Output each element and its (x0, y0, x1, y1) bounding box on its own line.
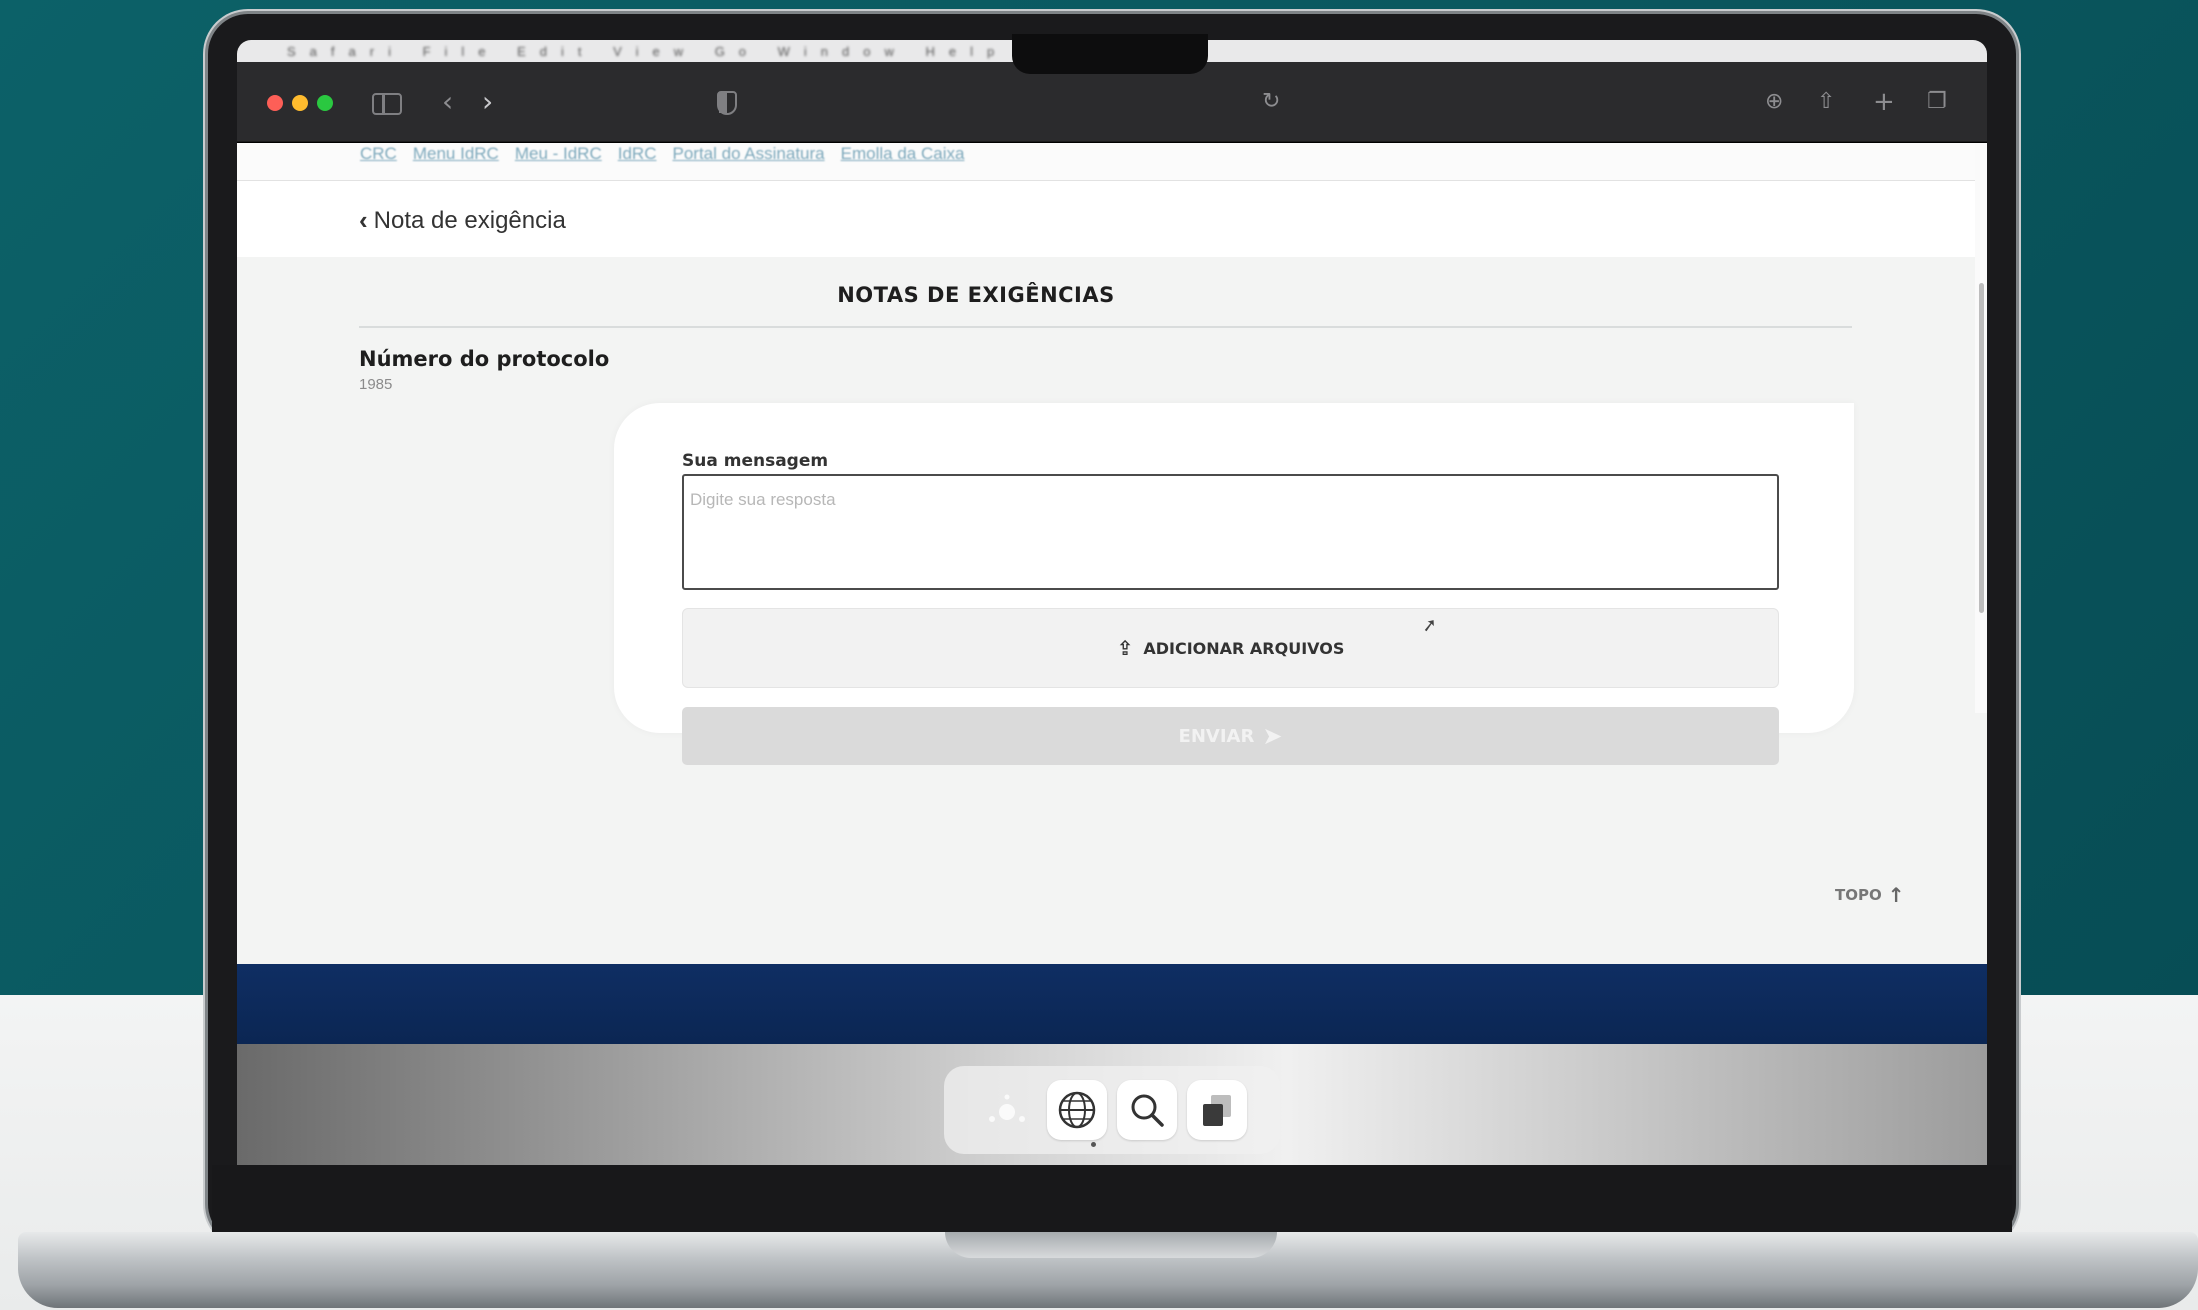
back-nav-icon[interactable]: ‹ (442, 87, 453, 117)
close-window-button[interactable] (267, 95, 283, 111)
link-emolla-caixa[interactable]: Emolla da Caixa (841, 144, 965, 164)
reply-card: Sua mensagem ⇪ ADICIONAR ARQUIVOS ENVIAR… (614, 403, 1854, 765)
message-label: Sua mensagem (682, 451, 829, 471)
preview-glyph (1203, 1095, 1231, 1126)
page-scrollbar[interactable] (1975, 143, 1987, 713)
protocol-value: 1985 (359, 376, 393, 393)
link-idrc[interactable]: IdRC (618, 144, 657, 164)
new-tab-icon[interactable]: + (1873, 87, 1895, 117)
tab-overview-icon[interactable]: ❐ (1927, 87, 1947, 117)
reload-icon[interactable]: ↻ (1262, 87, 1280, 117)
link-crc[interactable]: CRC (360, 144, 397, 164)
camera-notch (1012, 34, 1208, 74)
scrollbar-thumb[interactable] (1979, 283, 1984, 613)
web-page: CRC Menu IdRC Meu - IdRC IdRC Portal do … (237, 143, 1987, 970)
back-to-top-link[interactable]: TOPO ↑ (1835, 883, 1905, 907)
link-menu-idrc[interactable]: Menu IdRC (413, 144, 499, 164)
send-label: ENVIAR (1178, 725, 1255, 747)
top-links-bar: CRC Menu IdRC Meu - IdRC IdRC Portal do … (237, 143, 1987, 181)
add-files-button[interactable]: ⇪ ADICIONAR ARQUIVOS (682, 608, 1779, 688)
forward-nav-icon[interactable]: › (482, 87, 493, 117)
arrow-up-icon: ↑ (1887, 883, 1905, 907)
upload-icon: ⇪ (1116, 636, 1134, 660)
sidebar-toggle-icon[interactable] (372, 93, 402, 115)
globe-icon[interactable] (1047, 1080, 1107, 1140)
back-link-label: Nota de exigência (373, 206, 566, 234)
laptop-base-groove (945, 1232, 1277, 1258)
menubar-text: Safari File Edit View Go Window Help (287, 44, 1009, 59)
send-button[interactable]: ENVIAR ➤ (682, 707, 1779, 765)
launchpad-icon[interactable] (977, 1080, 1037, 1140)
zoom-window-button[interactable] (317, 95, 333, 111)
top-links: CRC Menu IdRC Meu - IdRC IdRC Portal do … (360, 144, 964, 164)
add-files-label: ADICIONAR ARQUIVOS (1143, 638, 1345, 658)
protocol-label: Número do protocolo (359, 347, 610, 371)
page-footer (237, 964, 1987, 1044)
privacy-shield-icon[interactable] (717, 91, 737, 115)
search-glyph (1131, 1094, 1164, 1127)
mouse-cursor-icon: ➚ (1420, 614, 1439, 636)
minimize-window-button[interactable] (292, 95, 308, 111)
laptop-screen: Safari File Edit View Go Window Help ‹ ›… (237, 40, 1987, 1165)
download-icon[interactable]: ⊕ (1765, 87, 1783, 117)
launchpad-glyph (989, 1094, 1025, 1122)
page-header: ‹ Nota de exigência (237, 181, 1987, 257)
page-title: NOTAS DE EXIGÊNCIAS (837, 283, 1115, 307)
back-link[interactable]: ‹ Nota de exigência (359, 205, 566, 236)
laptop-bottom-bezel (212, 1165, 2012, 1237)
title-divider (359, 326, 1852, 328)
link-meu-idrc[interactable]: Meu - IdRC (515, 144, 602, 164)
back-to-top-label: TOPO (1835, 886, 1882, 904)
browser-toolbar: ‹ › ↻ ⊕ ⇧ + ❐ (237, 62, 1987, 142)
search-icon[interactable] (1117, 1080, 1177, 1140)
share-icon[interactable]: ⇧ (1817, 87, 1835, 117)
globe-glyph (1058, 1091, 1096, 1129)
dock-active-indicator (1091, 1142, 1096, 1147)
chevron-left-icon: ‹ (359, 205, 368, 235)
link-portal-assinatura[interactable]: Portal do Assinatura (672, 144, 824, 164)
message-textarea[interactable] (682, 474, 1779, 590)
preview-icon[interactable] (1187, 1080, 1247, 1140)
send-arrow-icon: ➤ (1262, 722, 1283, 750)
macos-dock (944, 1066, 1280, 1154)
